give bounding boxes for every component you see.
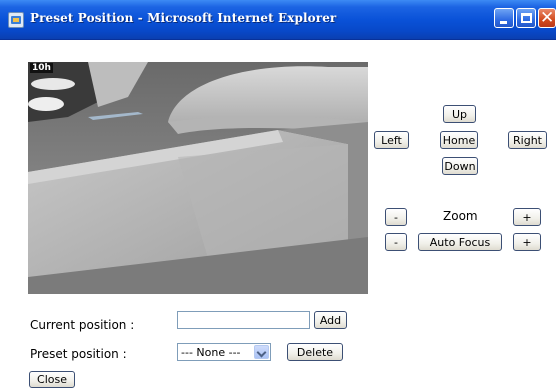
focus-far-button[interactable]: + bbox=[513, 233, 541, 251]
focus-near-button[interactable]: - bbox=[385, 233, 407, 251]
pan-down-button[interactable]: Down bbox=[442, 157, 478, 175]
preset-selected-value: --- None --- bbox=[181, 346, 241, 359]
pan-up-button[interactable]: Up bbox=[443, 105, 476, 123]
window-title: Preset Position - Microsoft Internet Exp… bbox=[30, 11, 337, 25]
preset-position-label: Preset position : bbox=[30, 347, 127, 361]
minimize-button[interactable] bbox=[494, 8, 514, 28]
add-preset-button[interactable]: Add bbox=[314, 311, 347, 329]
close-window-button[interactable]: ✕ bbox=[538, 8, 556, 28]
ie-window-icon bbox=[8, 12, 24, 28]
preset-position-select[interactable]: --- None --- bbox=[177, 343, 271, 361]
current-position-label: Current position : bbox=[30, 318, 135, 332]
close-button[interactable]: Close bbox=[29, 371, 75, 388]
home-button[interactable]: Home bbox=[440, 131, 478, 149]
camera-image bbox=[28, 62, 368, 294]
title-bar: Preset Position - Microsoft Internet Exp… bbox=[0, 0, 556, 40]
minimize-icon bbox=[500, 21, 507, 24]
pan-left-button[interactable]: Left bbox=[374, 131, 409, 149]
maximize-icon bbox=[521, 13, 532, 23]
chevron-down-icon[interactable] bbox=[254, 345, 269, 359]
zoom-label: Zoom bbox=[443, 209, 478, 223]
pan-right-button[interactable]: Right bbox=[508, 131, 547, 149]
video-timestamp-overlay: 10h bbox=[30, 63, 53, 73]
zoom-in-button[interactable]: + bbox=[513, 208, 541, 226]
auto-focus-button[interactable]: Auto Focus bbox=[418, 233, 502, 251]
maximize-button[interactable] bbox=[516, 8, 536, 28]
zoom-out-button[interactable]: - bbox=[385, 208, 407, 226]
delete-preset-button[interactable]: Delete bbox=[287, 343, 343, 361]
close-icon: ✕ bbox=[540, 8, 555, 28]
current-position-input[interactable] bbox=[177, 311, 310, 329]
camera-video-view: 10h bbox=[28, 62, 368, 294]
